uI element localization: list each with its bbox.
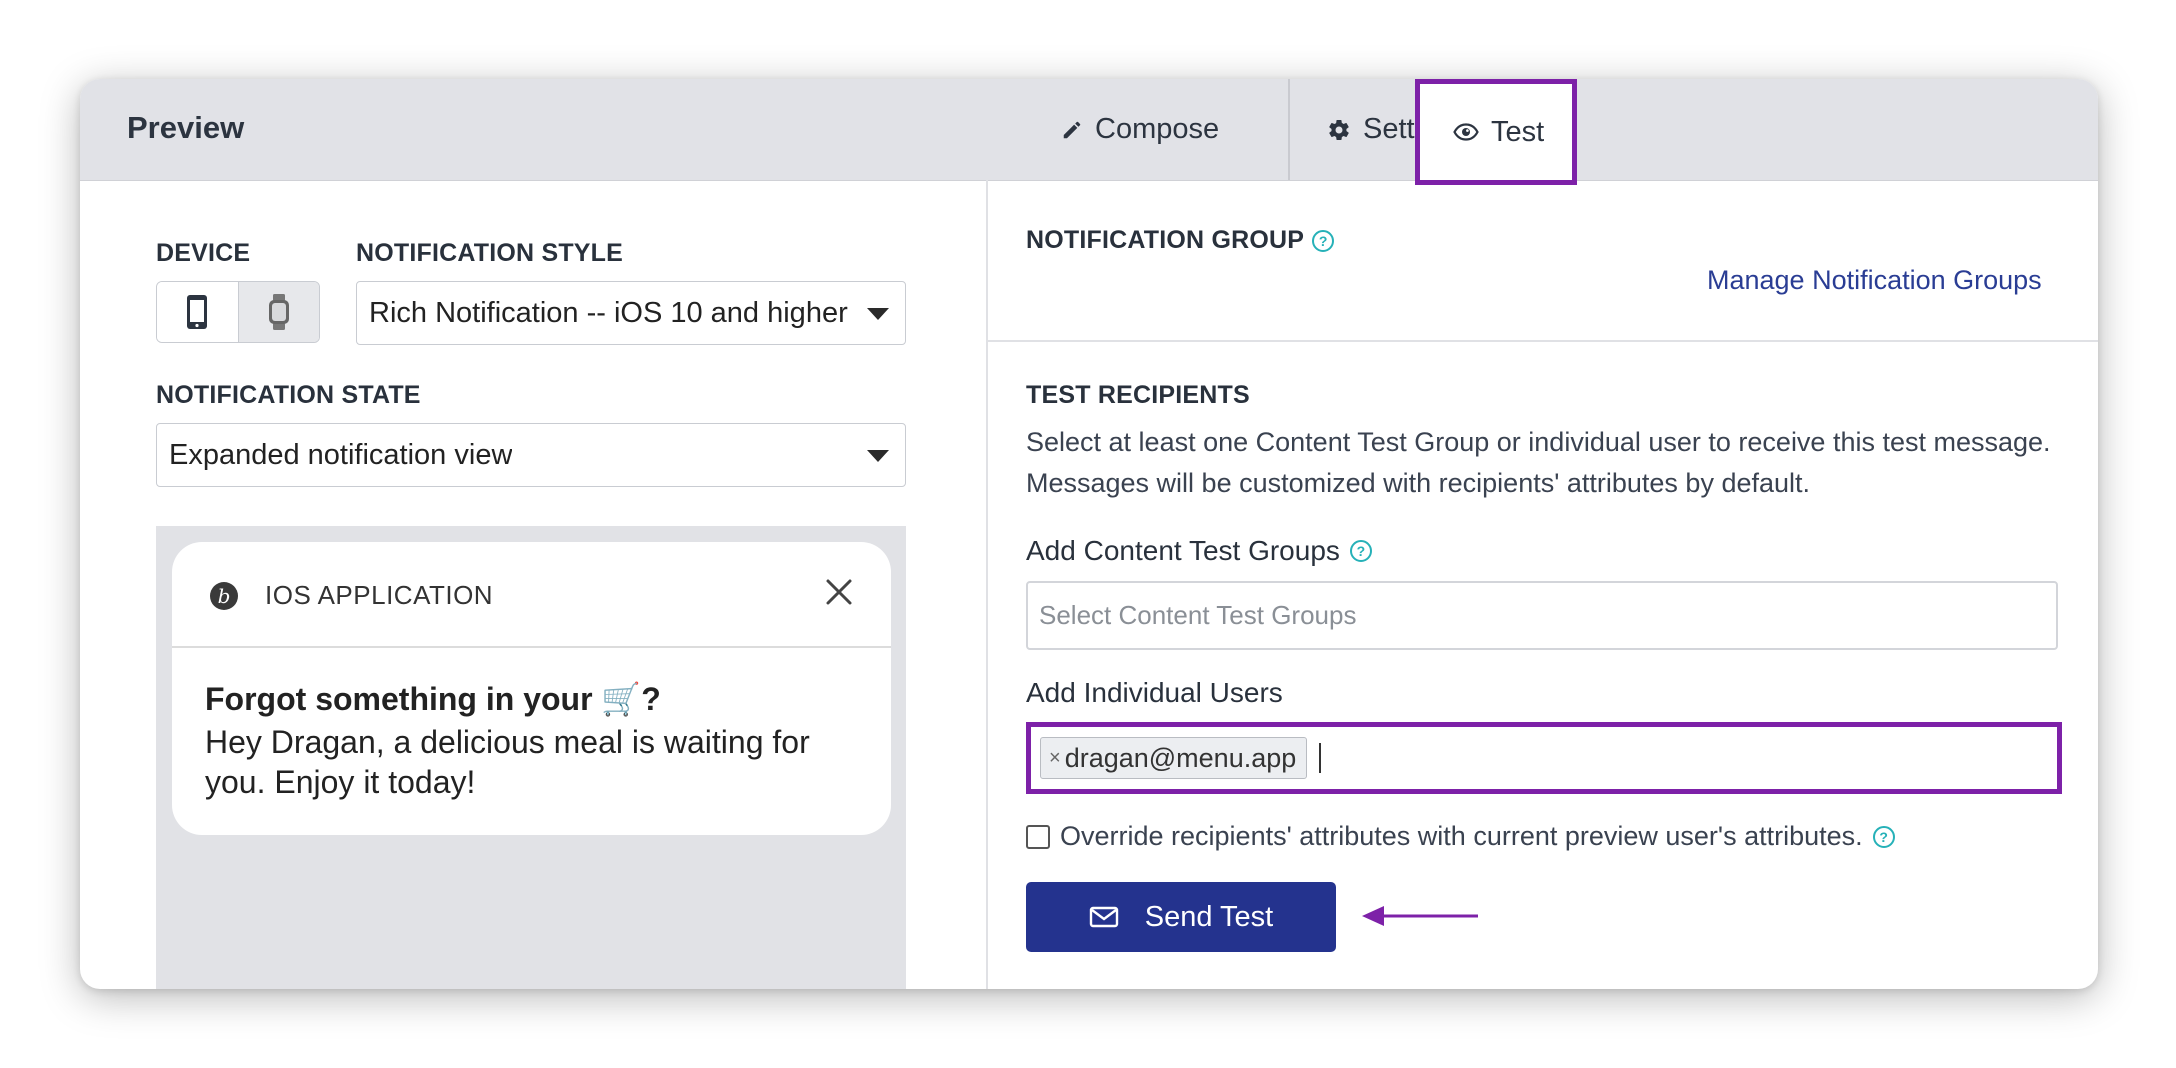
device-label: DEVICE <box>156 239 251 267</box>
notification-body: Hey Dragan, a delicious meal is waiting … <box>205 724 810 800</box>
notification-state-value: Expanded notification view <box>169 438 513 471</box>
panel-header: Preview Compose Settings Test <box>80 79 2098 185</box>
test-recipients-description: Select at least one Content Test Group o… <box>1026 427 2051 498</box>
section-divider <box>988 340 2098 342</box>
preview-card: Preview Compose Settings Test DEVICE <box>80 79 2098 989</box>
notification-card: b IOS APPLICATION Forgot something in yo… <box>172 542 891 835</box>
tab-compose-label: Compose <box>1095 113 1220 145</box>
send-test-button[interactable]: Send Test <box>1026 882 1336 952</box>
notification-title: Forgot something in your 🛒? <box>205 681 661 717</box>
tab-compose[interactable]: Compose <box>1019 79 1290 180</box>
chevron-down-icon <box>867 450 889 462</box>
close-icon[interactable] <box>825 578 853 606</box>
send-test-label: Send Test <box>1144 900 1274 933</box>
individual-users-input[interactable]: × dragan@menu.app <box>1026 722 2062 794</box>
phone-preview: b IOS APPLICATION Forgot something in yo… <box>156 526 906 989</box>
app-logo-icon: b <box>210 582 238 610</box>
help-icon[interactable]: ? <box>1872 825 1895 848</box>
content-groups-label-row: Add Content Test Groups ? <box>1026 535 1372 567</box>
envelope-icon <box>1089 906 1118 928</box>
gear-icon <box>1329 119 1349 140</box>
panel-title: Preview <box>127 110 245 145</box>
notification-group-label: NOTIFICATION GROUP <box>1026 226 1305 254</box>
device-phone-button[interactable] <box>157 282 239 342</box>
manage-notification-groups-link[interactable]: Manage Notification Groups <box>1707 265 2042 296</box>
content-groups-label: Add Content Test Groups <box>1026 535 1340 566</box>
watch-icon <box>268 294 289 330</box>
notification-state-label: NOTIFICATION STATE <box>156 381 421 409</box>
individual-users-label: Add Individual Users <box>1026 677 1283 708</box>
annotation-arrow <box>1362 906 1478 926</box>
notification-header: b IOS APPLICATION <box>172 542 891 648</box>
column-divider <box>986 180 988 989</box>
content-groups-input[interactable]: Select Content Test Groups <box>1026 581 2058 650</box>
help-icon[interactable]: ? <box>1349 540 1372 562</box>
test-recipients-label: TEST RECIPIENTS <box>1026 381 1250 409</box>
user-tag-email: dragan@menu.app <box>1064 742 1297 773</box>
device-watch-button[interactable] <box>238 282 319 342</box>
override-attributes-row: Override recipients' attributes with cur… <box>1026 821 1895 852</box>
phone-icon <box>187 295 208 329</box>
device-toggle <box>156 281 320 343</box>
notification-group-header: NOTIFICATION GROUP ? <box>1026 226 1335 255</box>
override-attributes-label: Override recipients' attributes with cur… <box>1060 821 1863 851</box>
remove-tag-icon[interactable]: × <box>1049 747 1061 770</box>
tab-test-label: Test <box>1491 115 1545 148</box>
notification-style-value: Rich Notification -- iOS 10 and higher <box>369 296 848 329</box>
pencil-icon <box>1063 121 1081 138</box>
help-icon[interactable]: ? <box>1312 229 1335 252</box>
tab-test[interactable]: Test <box>1415 79 1577 185</box>
chevron-down-icon <box>867 308 889 320</box>
notification-state-select[interactable]: Expanded notification view <box>156 423 906 487</box>
content-groups-placeholder: Select Content Test Groups <box>1039 600 1357 630</box>
notification-app-name: IOS APPLICATION <box>265 580 494 610</box>
override-attributes-checkbox[interactable] <box>1026 824 1050 849</box>
eye-icon <box>1453 123 1479 141</box>
notification-style-label: NOTIFICATION STYLE <box>356 239 624 267</box>
notification-style-select[interactable]: Rich Notification -- iOS 10 and higher <box>356 281 906 345</box>
text-cursor <box>1319 743 1322 773</box>
user-tag: × dragan@menu.app <box>1040 737 1308 779</box>
